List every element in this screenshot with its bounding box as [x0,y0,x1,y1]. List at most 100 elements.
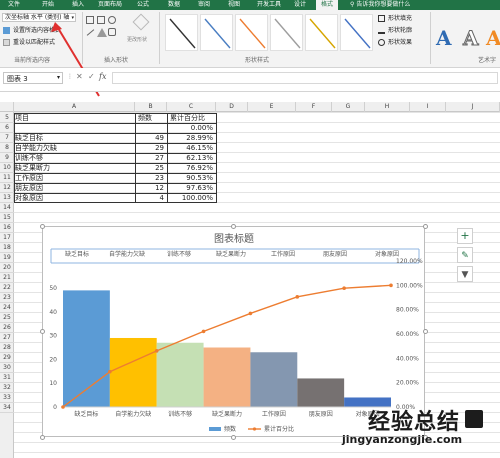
name-box-value: 图表 3 [7,75,28,83]
function-icon[interactable]: fx [99,72,106,81]
x-tick-label: 自学能力欠缺 [115,410,151,418]
column-header-B[interactable]: B [135,102,167,112]
secondary-y-tick-label: 40.00% [396,355,419,362]
row-header-33[interactable]: 33 [0,393,14,403]
cumulative-point [342,286,346,291]
row-header-9[interactable]: 9 [0,153,14,163]
formula-bar: 图表 3 ▾ ⋮ ✕ ✓ fx [0,68,500,92]
cumulative-point [61,405,65,409]
column-header-J[interactable]: J [446,102,500,112]
row-header-25[interactable]: 25 [0,313,14,323]
plus-icon: + [460,229,470,242]
row-header-21[interactable]: 21 [0,273,14,283]
secondary-x-tick-label: 工作原因 [271,250,295,258]
table-row-line [14,163,217,164]
row-header-24[interactable]: 24 [0,303,14,313]
resize-handle[interactable] [40,435,45,440]
resize-handle[interactable] [423,224,428,229]
brush-icon: ✎ [461,251,469,261]
cumulative-point [389,283,393,288]
bar-自学能力欠缺 [109,337,157,407]
watermark-badge [465,410,483,428]
bar-训练不够 [156,342,204,407]
bar-朋友原因 [297,378,345,407]
row-header-13[interactable]: 13 [0,193,14,203]
row-header-7[interactable]: 7 [0,133,14,143]
table-border [14,113,217,203]
cumulative-point [201,329,206,334]
secondary-y-tick-label: 20.00% [396,380,419,387]
row-header-19[interactable]: 19 [0,253,14,263]
row-header-34[interactable]: 34 [0,403,14,413]
x-tick-label: 朋友原因 [309,410,333,418]
column-header-D[interactable]: D [216,102,248,112]
row-header-30[interactable]: 30 [0,363,14,373]
resize-handle[interactable] [231,224,236,229]
name-box[interactable]: 图表 3 ▾ [3,72,63,84]
row-header-28[interactable]: 28 [0,343,14,353]
row-header-27[interactable]: 27 [0,333,14,343]
row-header-32[interactable]: 32 [0,383,14,393]
table-row-line [14,153,217,154]
resize-handle[interactable] [40,224,45,229]
cumulative-point [154,349,159,353]
row-header-bar: 5 6 7 8 9 10 11 12 13 14 15 16 17 18 19 20 21 22 23 24 25 26 2… [0,112,14,458]
row-header-11[interactable]: 11 [0,173,14,183]
column-header-G[interactable]: G [332,102,365,112]
row-header-8[interactable]: 8 [0,143,14,153]
primary-y-tick-label: 10 [49,380,57,387]
row-header-22[interactable]: 22 [0,283,14,293]
row-header-31[interactable]: 31 [0,373,14,383]
primary-y-tick-label: 50 [49,285,57,292]
row-header-10[interactable]: 10 [0,163,14,173]
table-row-line [14,173,217,174]
row-header-18[interactable]: 18 [0,243,14,253]
chart-styles-button[interactable]: ✎ [457,247,473,263]
table-row-line [14,183,217,184]
secondary-x-tick-label: 对象原因 [375,250,399,258]
row-header-14[interactable]: 14 [0,203,14,213]
formula-input[interactable] [112,72,498,84]
column-header-F[interactable]: F [296,102,332,112]
x-tick-label: 缺乏目标 [74,410,98,418]
row-header-12[interactable]: 12 [0,183,14,193]
secondary-x-tick-label: 缺乏目标 [65,250,89,258]
row-header-20[interactable]: 20 [0,263,14,273]
select-all-corner[interactable] [0,102,14,112]
x-tick-label: 缺乏果断力 [212,410,242,418]
secondary-y-tick-label: 100.00% [396,282,423,289]
column-header-H[interactable]: H [365,102,410,112]
column-header-I[interactable]: I [410,102,446,112]
legend-label: 频数 [224,425,236,433]
legend-swatch-marker [252,427,257,431]
column-header-bar: ABCDEFGHIJ [0,102,500,112]
resize-handle[interactable] [231,435,236,440]
row-header-17[interactable]: 17 [0,233,14,243]
add-chart-element-button[interactable]: + [457,228,473,244]
row-header-6[interactable]: 6 [0,123,14,133]
primary-y-tick-label: 0 [53,404,57,411]
secondary-x-tick-label: 训练不够 [167,250,191,258]
cancel-icon[interactable]: ✕ [76,72,83,81]
primary-y-tick-label: 20 [49,356,57,363]
row-header-23[interactable]: 23 [0,293,14,303]
column-header-A[interactable]: A [14,102,135,112]
resize-handle[interactable] [40,329,45,334]
row-header-16[interactable]: 16 [0,223,14,233]
dropdown-arrow-icon: ▾ [56,74,60,81]
table-row-line [14,123,217,124]
column-header-C[interactable]: C [167,102,216,112]
more-options-icon: ⋮ [67,73,73,80]
column-header-E[interactable]: E [248,102,296,112]
row-header-5[interactable]: 5 [0,113,14,123]
secondary-x-tick-label: 缺乏果断力 [216,250,246,258]
secondary-y-tick-label: 60.00% [396,331,419,338]
watermark-url: jingyanzongjie.com [342,433,463,446]
watermark: 经验总结 jingyanzongjie.com [338,404,498,454]
row-header-29[interactable]: 29 [0,353,14,363]
row-header-15[interactable]: 15 [0,213,14,223]
resize-handle[interactable] [423,329,428,334]
enter-icon[interactable]: ✓ [88,72,95,81]
row-header-26[interactable]: 26 [0,323,14,333]
chart-filters-button[interactable]: ▼ [457,266,473,282]
